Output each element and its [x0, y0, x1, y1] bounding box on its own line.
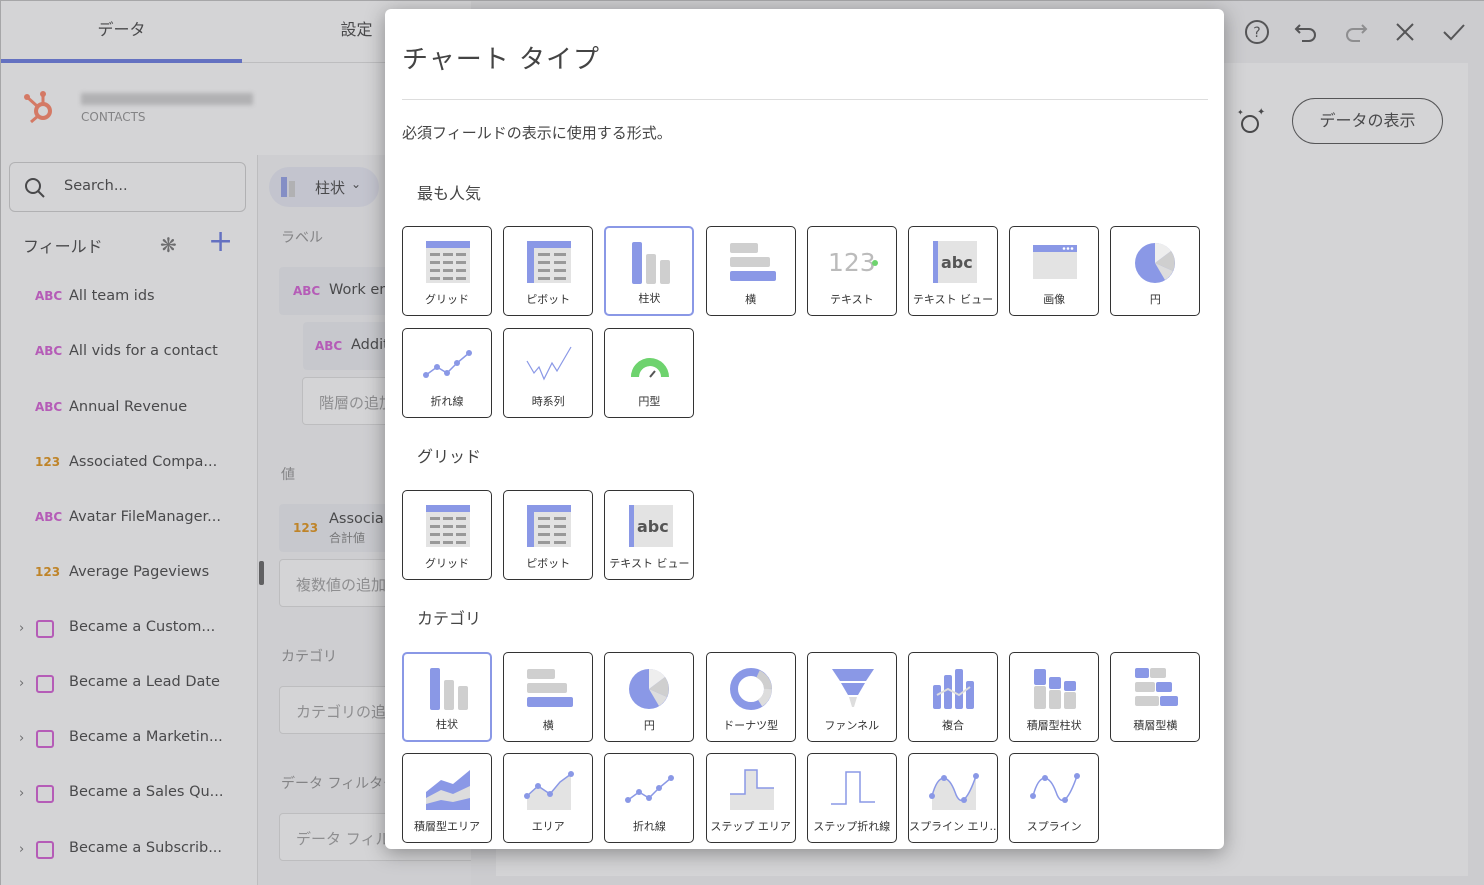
chart-type-tile[interactable]: 円	[604, 652, 695, 742]
stacked-column-icon	[1030, 665, 1080, 711]
chart-type-label: スプライン	[1026, 820, 1082, 833]
gauge-chart-icon	[625, 341, 675, 387]
chart-type-label: テキスト	[829, 293, 874, 306]
combo-chart-icon	[929, 665, 979, 711]
grid-chart-icon	[423, 503, 473, 549]
chart-type-label: 円	[643, 719, 655, 732]
title-divider	[402, 99, 1208, 100]
chart-type-label: 円	[1149, 293, 1161, 306]
spline-chart-icon	[1030, 766, 1081, 812]
chart-type-tile[interactable]: スプライン エリ...	[908, 753, 998, 843]
step-line-icon	[828, 766, 878, 812]
donut-chart-icon	[727, 665, 777, 711]
chart-type-label: 折れ線	[632, 820, 666, 833]
chart-type-tile[interactable]: ドーナツ型	[705, 652, 796, 742]
pivot-chart-icon	[524, 239, 574, 285]
chart-type-tile[interactable]: 積層型エリア	[402, 753, 492, 843]
chart-type-label: 折れ線	[430, 395, 464, 408]
bar-chart-icon	[727, 239, 777, 285]
chart-type-tile[interactable]: エリア	[503, 753, 594, 843]
chart-type-label: 積層型柱状	[1026, 719, 1082, 732]
line-chart-icon	[423, 341, 473, 387]
bar-chart-icon	[524, 665, 574, 711]
chart-type-label: 時系列	[531, 395, 565, 408]
chart-type-label: 積層型横	[1133, 719, 1178, 732]
column-chart-icon	[626, 240, 676, 286]
line-chart-icon	[625, 766, 675, 812]
chart-type-tile[interactable]: 折れ線	[604, 753, 695, 843]
chart-type-tile[interactable]: ステップ エリア	[705, 753, 796, 843]
svg-text:abc: abc	[941, 253, 973, 272]
chart-type-tile[interactable]: ピボット	[503, 490, 594, 580]
section-title-category: カテゴリ	[417, 609, 482, 628]
chart-type-label: 横	[542, 719, 554, 732]
step-area-icon	[727, 766, 777, 812]
chart-type-label: エリア	[531, 820, 565, 833]
pie-chart-icon	[625, 665, 675, 711]
chart-type-tile[interactable]: 時系列	[503, 328, 594, 418]
chart-type-tile[interactable]: グリッド	[402, 490, 492, 580]
grid-chart-icon	[423, 239, 473, 285]
pivot-chart-icon	[524, 503, 574, 549]
chart-type-label: スプライン エリ...	[909, 820, 997, 833]
dialog-description: 必須フィールドの表示に使用する形式。	[402, 124, 672, 142]
chart-type-tile[interactable]: ファンネル	[806, 652, 897, 742]
chart-type-tile[interactable]: グリッド	[402, 226, 492, 316]
chart-type-tile[interactable]: 画像	[1009, 226, 1100, 316]
chart-type-label: グリッド	[425, 557, 469, 570]
chart-type-tile[interactable]: 横	[503, 652, 594, 742]
chart-type-dialog: チャート タイプ 必須フィールドの表示に使用する形式。 最も人気 グリッド カテ…	[385, 9, 1224, 849]
chart-type-label: ステップ エリア	[710, 820, 791, 833]
chart-type-label: テキスト ビュー	[609, 557, 690, 570]
chart-type-label: ファンネル	[824, 719, 880, 732]
chart-type-tile[interactable]: 円型	[604, 328, 695, 418]
section-title-popular: 最も人気	[417, 184, 482, 203]
chart-type-tile[interactable]: 積層型横	[1110, 652, 1201, 742]
chart-type-tile[interactable]: 柱状	[402, 652, 492, 742]
time-series-icon	[524, 341, 574, 387]
svg-text:abc: abc	[637, 517, 669, 536]
chart-type-label: 横	[745, 293, 757, 306]
image-icon	[1030, 239, 1080, 285]
chart-type-label: 柱状	[436, 718, 458, 731]
chart-type-label: ドーナツ型	[723, 719, 779, 732]
text-view-icon: abc	[929, 239, 979, 285]
chart-type-tile[interactable]: 積層型柱状	[1009, 652, 1100, 742]
chart-type-label: テキスト ビュー	[912, 293, 994, 306]
section-title-grid: グリッド	[417, 447, 482, 466]
chart-type-tile[interactable]: abc テキスト ビュー	[908, 226, 998, 316]
chart-type-label: 柱状	[638, 292, 661, 305]
chart-type-label: 円型	[638, 395, 661, 408]
stacked-bar-icon	[1131, 665, 1181, 711]
dialog-title: チャート タイプ	[402, 45, 601, 75]
chart-type-label: グリッド	[425, 293, 469, 306]
chart-type-tile[interactable]: 複合	[908, 652, 998, 742]
chart-type-label: 画像	[1043, 293, 1066, 306]
funnel-chart-icon	[828, 665, 878, 711]
chart-type-label: ピボット	[526, 293, 571, 306]
chart-type-label: 積層型エリア	[414, 820, 480, 833]
stacked-area-icon	[423, 766, 473, 812]
chart-type-label: 複合	[942, 719, 964, 732]
chart-type-tile[interactable]: ステップ折れ線	[806, 753, 897, 843]
chart-type-tile[interactable]: 折れ線	[402, 328, 492, 418]
column-chart-icon	[424, 666, 474, 712]
svg-text:123: 123	[828, 248, 876, 277]
pie-chart-icon	[1131, 239, 1181, 285]
chart-type-tile[interactable]: abc テキスト ビュー	[604, 490, 695, 580]
chart-type-tile[interactable]: 柱状	[604, 226, 695, 316]
chart-type-label: ステップ折れ線	[813, 820, 891, 833]
chart-type-tile[interactable]: スプライン	[1009, 753, 1100, 843]
chart-type-tile[interactable]: 横	[705, 226, 796, 316]
chart-type-tile[interactable]: 123 テキスト	[806, 226, 897, 316]
area-chart-icon	[524, 766, 575, 812]
spline-area-icon	[929, 766, 979, 812]
chart-type-label: ピボット	[526, 557, 571, 570]
kpi-text-icon: 123	[828, 239, 878, 285]
chart-type-tile[interactable]: 円	[1110, 226, 1201, 316]
chart-type-tile[interactable]: ピボット	[503, 226, 594, 316]
text-view-icon: abc	[625, 503, 675, 549]
